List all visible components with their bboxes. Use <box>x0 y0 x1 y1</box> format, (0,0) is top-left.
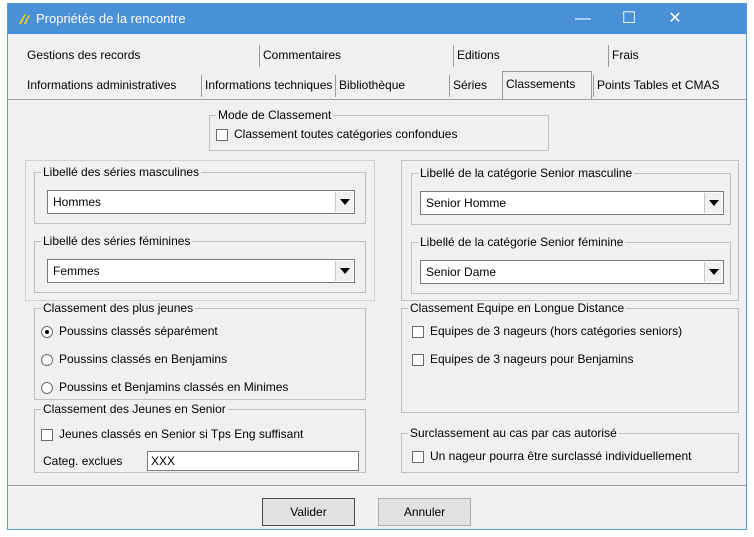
tab-divider <box>8 99 746 100</box>
surclassement-checkbox[interactable] <box>412 451 424 463</box>
chevron-down-icon[interactable] <box>704 262 722 282</box>
tab-frais[interactable]: Frais <box>608 45 738 67</box>
tab-points-tables-cmas[interactable]: Points Tables et CMAS <box>593 75 743 97</box>
tab-bibliotheque[interactable]: Bibliothèque <box>335 75 417 97</box>
mode-classement-title: Mode de Classement <box>216 108 334 122</box>
plus-jeunes-group: Classement des plus jeunes Poussins clas… <box>34 301 366 400</box>
senior-feminine-group: Libellé de la catégorie Senior féminine … <box>411 235 731 294</box>
senior-masculine-title: Libellé de la catégorie Senior masculine <box>418 166 635 180</box>
footer-divider <box>8 485 746 486</box>
senior-masculine-combo[interactable]: Senior Homme <box>420 191 724 215</box>
tab-informations-techniques[interactable]: Informations techniques <box>201 75 335 97</box>
senior-feminine-combo[interactable]: Senior Dame <box>420 260 724 284</box>
equipes-benjamins-checkbox[interactable] <box>412 354 424 366</box>
series-libelles-frame <box>25 160 375 301</box>
poussins-separement-radio[interactable] <box>41 326 53 338</box>
properties-window: Propriétés de la rencontre — ☐ ✕ Gestion… <box>7 3 747 530</box>
categ-exclues-input[interactable]: XXX <box>147 451 359 471</box>
valider-button[interactable]: Valider <box>262 498 355 526</box>
close-button[interactable]: ✕ <box>652 4 698 34</box>
classement-toutes-categories-checkbox[interactable] <box>216 129 228 141</box>
categ-exclues-label: Categ. exclues <box>43 454 123 468</box>
tab-classements[interactable]: Classements <box>502 71 592 100</box>
classement-toutes-categories-label: Classement toutes catégories confondues <box>234 127 458 141</box>
title-bar[interactable]: Propriétés de la rencontre — ☐ ✕ <box>8 4 746 34</box>
chevron-down-icon[interactable] <box>704 193 722 213</box>
senior-masculine-value: Senior Homme <box>426 196 507 210</box>
surclassement-title: Surclassement au cas par cas autorisé <box>408 426 619 440</box>
equipes-hors-seniors-checkbox[interactable] <box>412 326 424 338</box>
annuler-button[interactable]: Annuler <box>378 498 471 526</box>
jeunes-senior-checkbox[interactable] <box>41 429 53 441</box>
mode-classement-group: Mode de Classement Classement toutes cat… <box>209 108 549 151</box>
jeunes-senior-title: Classement des Jeunes en Senior <box>41 402 228 416</box>
senior-feminine-value: Senior Dame <box>426 265 497 279</box>
senior-libelles-frame: Libellé de la catégorie Senior masculine… <box>401 160 739 301</box>
jeunes-senior-label: Jeunes classés en Senior si Tps Eng suff… <box>59 427 304 441</box>
equipe-longue-distance-title: Classement Equipe en Longue Distance <box>408 301 627 315</box>
app-icon <box>19 14 30 24</box>
surclassement-group: Surclassement au cas par cas autorisé Un… <box>401 426 739 473</box>
poussins-benjamins-radio[interactable] <box>41 354 53 366</box>
minimize-button[interactable]: — <box>560 4 606 34</box>
poussins-benjamins-label: Poussins classés en Benjamins <box>59 352 228 366</box>
poussins-benjamins-minimes-label: Poussins et Benjamins classés en Minimes <box>59 380 289 394</box>
plus-jeunes-title: Classement des plus jeunes <box>41 301 196 315</box>
tab-gestions-records[interactable]: Gestions des records <box>24 45 260 67</box>
senior-feminine-title: Libellé de la catégorie Senior féminine <box>418 235 626 249</box>
tab-informations-administratives[interactable]: Informations administratives <box>24 75 199 97</box>
tab-series[interactable]: Séries <box>449 75 499 97</box>
equipes-hors-seniors-label: Equipes de 3 nageurs (hors catégories se… <box>430 324 683 338</box>
window-title: Propriétés de la rencontre <box>36 11 186 26</box>
equipes-benjamins-label: Equipes de 3 nageurs pour Benjamins <box>430 352 634 366</box>
maximize-button[interactable]: ☐ <box>606 4 652 34</box>
poussins-separement-label: Poussins classés séparément <box>59 324 218 338</box>
tab-commentaires[interactable]: Commentaires <box>259 45 453 67</box>
tab-strip: Gestions des records Commentaires Editio… <box>8 34 746 102</box>
senior-masculine-group: Libellé de la catégorie Senior masculine… <box>411 166 731 225</box>
poussins-benjamins-minimes-radio[interactable] <box>41 382 53 394</box>
tab-editions[interactable]: Editions <box>453 45 608 67</box>
equipe-longue-distance-group: Classement Equipe en Longue Distance Equ… <box>401 301 739 413</box>
jeunes-senior-group: Classement des Jeunes en Senior Jeunes c… <box>34 402 366 473</box>
surclassement-label: Un nageur pourra être surclassé individu… <box>430 449 692 463</box>
